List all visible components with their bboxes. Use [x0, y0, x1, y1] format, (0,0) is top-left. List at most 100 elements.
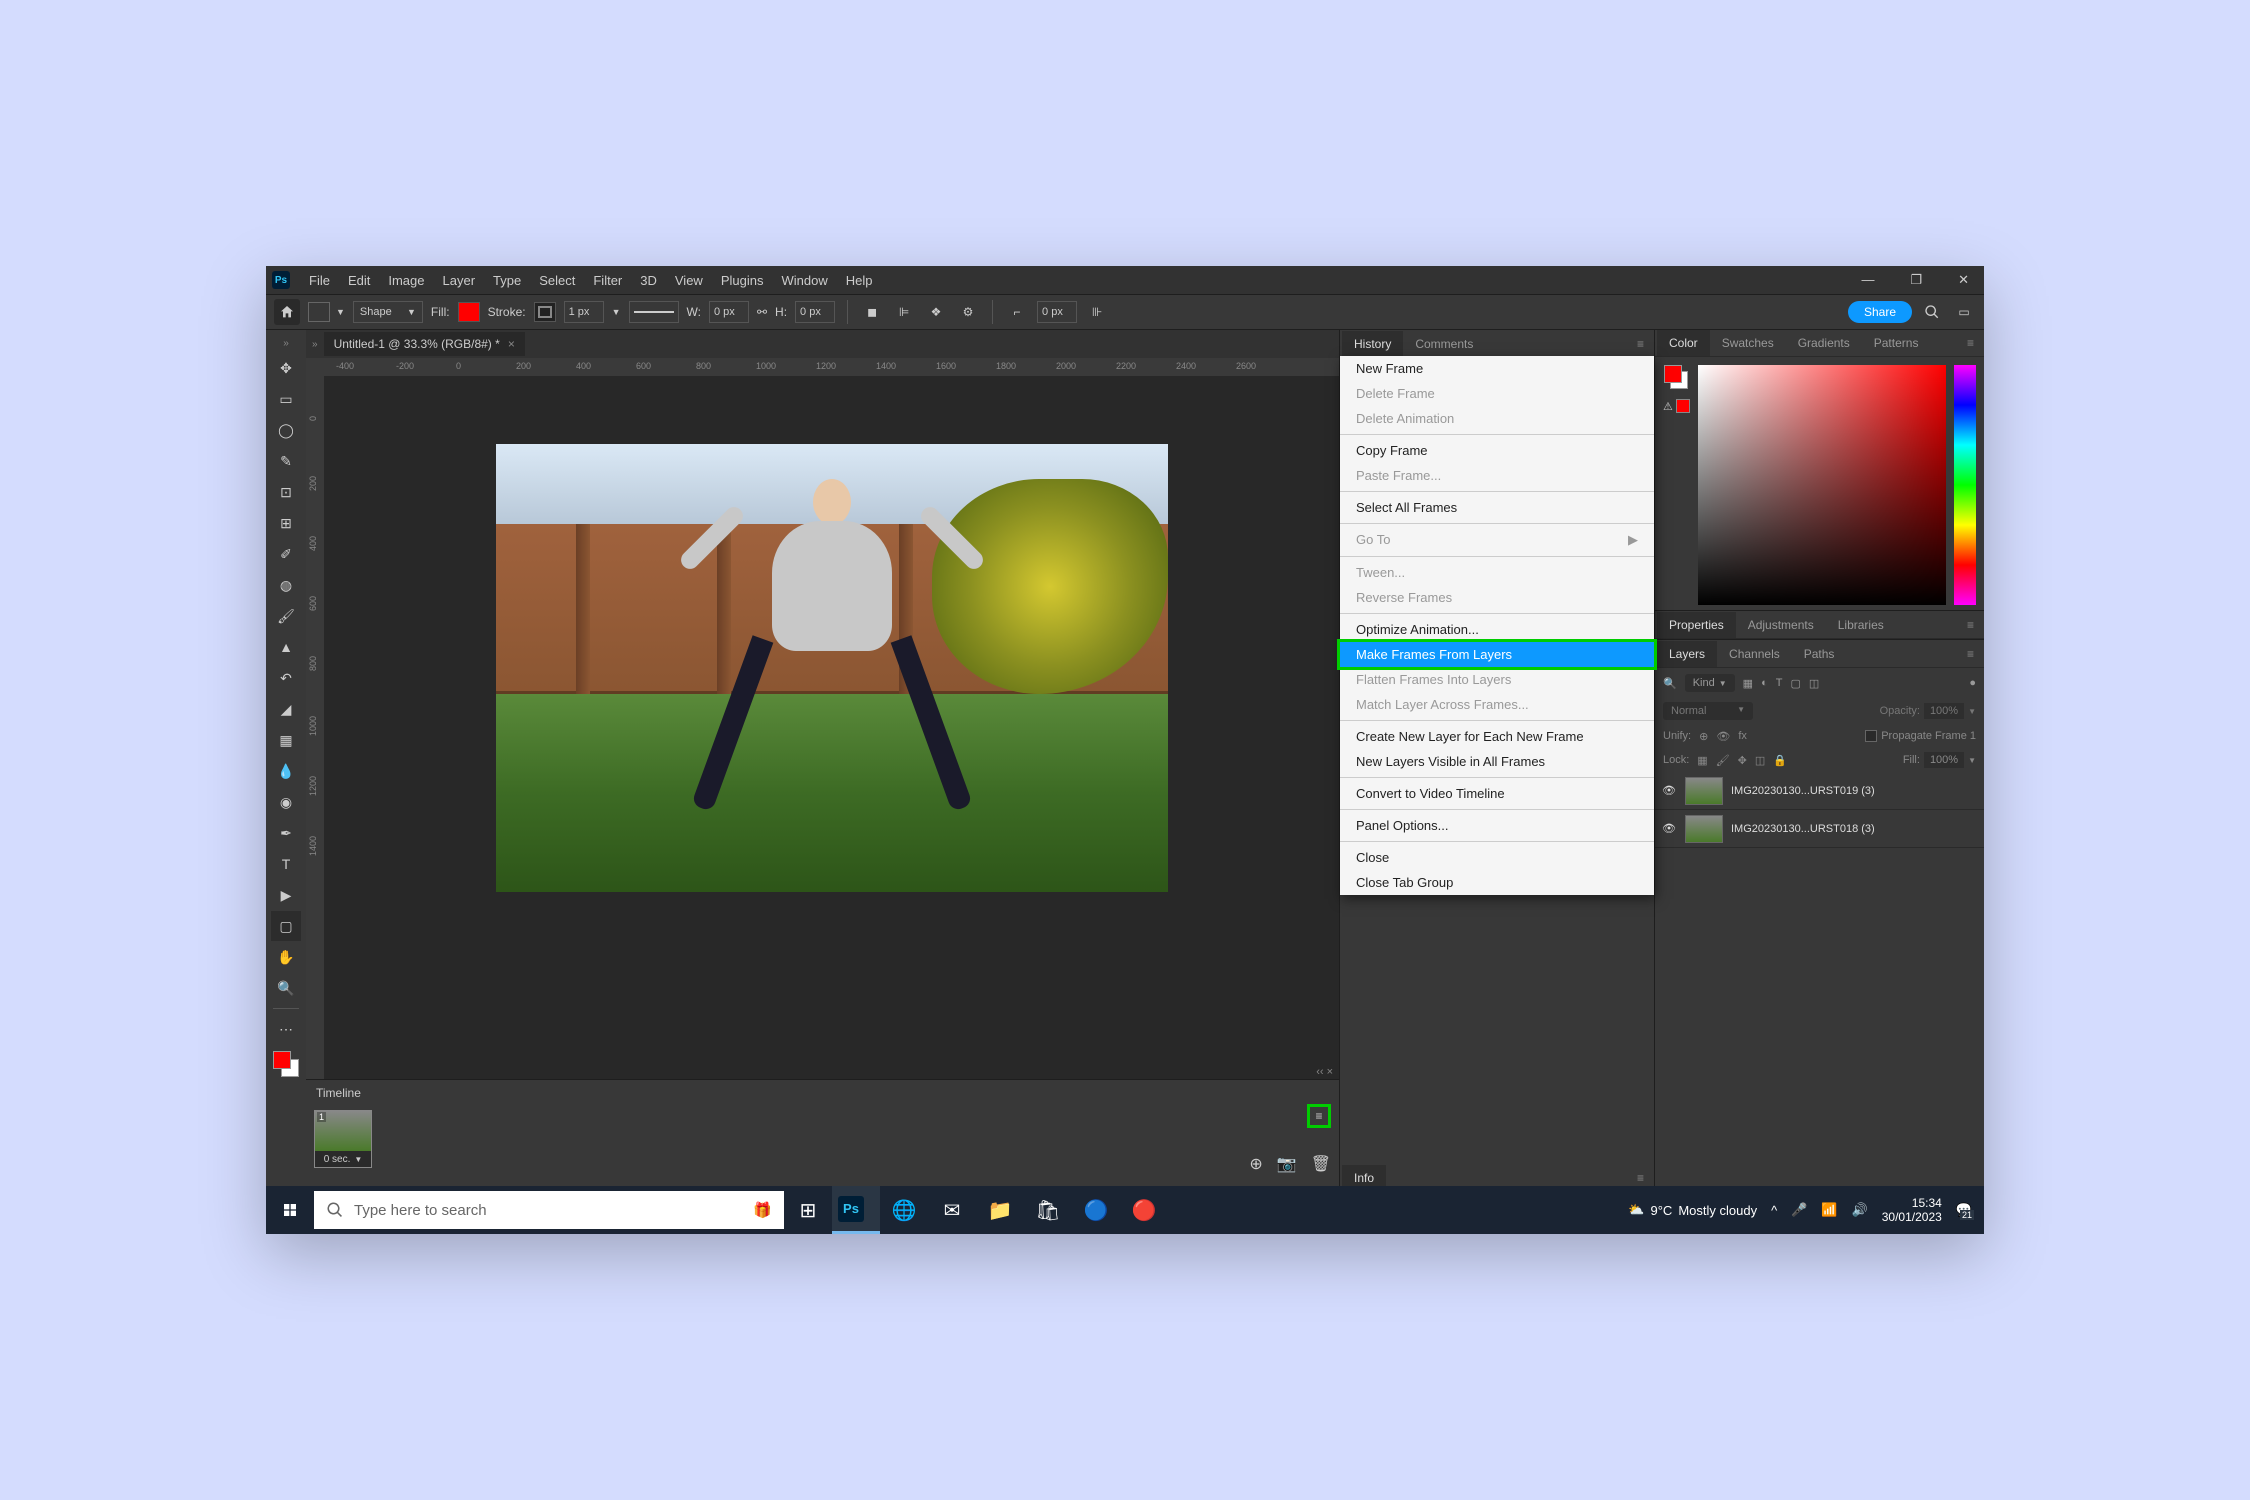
gear-icon[interactable]: ⚙ [956, 300, 980, 324]
lock-position-icon[interactable]: ✥ [1738, 754, 1747, 767]
taskbar-edge-icon[interactable]: 🌐 [880, 1186, 928, 1234]
history-tab[interactable]: History [1342, 331, 1403, 357]
lock-transparency-icon[interactable]: ▦ [1697, 754, 1707, 767]
menu-new-layers-visible[interactable]: New Layers Visible in All Frames [1340, 749, 1654, 774]
menu-image[interactable]: Image [379, 273, 433, 288]
start-button[interactable] [266, 1186, 314, 1234]
panel-menu-icon[interactable]: ≡ [1629, 1171, 1652, 1185]
pen-tool[interactable]: ✒ [271, 818, 301, 848]
hue-slider[interactable] [1954, 365, 1976, 605]
path-operations-icon[interactable]: ◼ [860, 300, 884, 324]
rectangle-tool[interactable]: ▢ [271, 911, 301, 941]
rounded-corner-icon[interactable]: ⌐ [1005, 300, 1029, 324]
path-select-tool[interactable]: ▶ [271, 880, 301, 910]
foreground-background-swatch[interactable] [1664, 365, 1688, 389]
propagate-checkbox[interactable] [1865, 730, 1877, 742]
quick-select-tool[interactable]: ✎ [271, 446, 301, 476]
libraries-tab[interactable]: Libraries [1826, 612, 1896, 638]
eyedropper-tool[interactable]: ✐ [271, 539, 301, 569]
menu-select[interactable]: Select [530, 273, 584, 288]
layer-thumbnail[interactable] [1685, 815, 1723, 843]
share-button[interactable]: Share [1848, 301, 1912, 323]
home-button[interactable] [274, 299, 300, 325]
menu-close[interactable]: Close [1340, 845, 1654, 870]
panel-menu-icon[interactable]: ≡ [1959, 647, 1982, 661]
tool-mode-select[interactable]: Shape▼ [353, 301, 423, 323]
timeline-frame[interactable]: 1 0 sec.▼ [314, 1110, 372, 1168]
link-icon[interactable]: ⚯ [757, 305, 767, 319]
history-brush-tool[interactable]: ↶ [271, 663, 301, 693]
shape-preset-icon[interactable] [308, 302, 330, 322]
tray-mic-icon[interactable]: 🎤 [1791, 1202, 1807, 1218]
menu-close-tab-group[interactable]: Close Tab Group [1340, 870, 1654, 895]
timeline-tab[interactable]: Timeline [316, 1086, 361, 1100]
menu-new-frame[interactable]: New Frame [1340, 356, 1654, 381]
filter-kind-select[interactable]: Kind▼ [1685, 674, 1735, 692]
menu-type[interactable]: Type [484, 273, 530, 288]
menu-make-frames-from-layers[interactable]: Make Frames From Layers [1337, 639, 1657, 670]
gradient-tool[interactable]: ▦ [271, 725, 301, 755]
color-field[interactable] [1698, 365, 1946, 605]
menu-filter[interactable]: Filter [584, 273, 631, 288]
menu-edit[interactable]: Edit [339, 273, 379, 288]
path-alignment-icon[interactable]: ⊫ [892, 300, 916, 324]
close-icon[interactable]: ✕ [1949, 272, 1978, 288]
comments-tab[interactable]: Comments [1403, 331, 1485, 357]
clone-stamp-tool[interactable]: ▲ [271, 632, 301, 662]
paths-tab[interactable]: Paths [1792, 641, 1847, 667]
menu-convert-video[interactable]: Convert to Video Timeline [1340, 781, 1654, 806]
menu-plugins[interactable]: Plugins [712, 273, 773, 288]
chevron-down-icon[interactable]: ▼ [336, 307, 345, 317]
radius-input[interactable]: 0 px [1037, 301, 1077, 323]
unify-style-icon[interactable]: fx [1738, 730, 1747, 742]
menu-create-new-layer[interactable]: Create New Layer for Each New Frame [1340, 724, 1654, 749]
type-tool[interactable]: T [271, 849, 301, 879]
maximize-icon[interactable]: ❐ [1901, 272, 1931, 288]
width-input[interactable]: 0 px [709, 301, 749, 323]
filter-pixel-icon[interactable]: ▦ [1743, 677, 1753, 690]
taskbar-app-icon[interactable]: 🔵 [1072, 1186, 1120, 1234]
blend-mode-select[interactable]: Normal▼ [1663, 702, 1753, 720]
height-input[interactable]: 0 px [795, 301, 835, 323]
workspace-icon[interactable]: ▭ [1952, 300, 1976, 324]
swatches-tab[interactable]: Swatches [1710, 330, 1786, 356]
taskbar-explorer-icon[interactable]: 📁 [976, 1186, 1024, 1234]
eraser-tool[interactable]: ◢ [271, 694, 301, 724]
taskbar-chrome-icon[interactable]: 🔴 [1120, 1186, 1168, 1234]
panel-menu-icon[interactable]: ≡ [1629, 337, 1652, 351]
trash-icon[interactable]: 🗑 [1311, 1154, 1331, 1174]
menu-select-all-frames[interactable]: Select All Frames [1340, 495, 1654, 520]
properties-tab[interactable]: Properties [1657, 612, 1736, 638]
crop-tool[interactable]: ⊡ [271, 477, 301, 507]
timeline-menu-button[interactable]: ≡ [1307, 1104, 1331, 1128]
camera-icon[interactable]: 📷 [1277, 1154, 1297, 1174]
notification-icon[interactable]: 💬21 [1956, 1202, 1972, 1218]
fill-input[interactable]: 100% [1924, 752, 1964, 768]
blur-tool[interactable]: 💧 [271, 756, 301, 786]
menu-3d[interactable]: 3D [631, 273, 666, 288]
visibility-icon[interactable]: 👁 [1661, 822, 1677, 835]
weather-widget[interactable]: ⛅ 9°C Mostly cloudy [1628, 1202, 1757, 1218]
visibility-icon[interactable]: 👁 [1661, 784, 1677, 797]
channels-tab[interactable]: Channels [1717, 641, 1792, 667]
task-view-icon[interactable]: ⊞ [784, 1186, 832, 1234]
dodge-tool[interactable]: ◉ [271, 787, 301, 817]
layer-row[interactable]: 👁 IMG20230130...URST019 (3) [1655, 772, 1984, 810]
marquee-tool[interactable]: ▭ [271, 384, 301, 414]
gamut-warning-icon[interactable]: ⚠ [1663, 400, 1673, 413]
lasso-tool[interactable]: ◯ [271, 415, 301, 445]
menu-window[interactable]: Window [772, 273, 836, 288]
path-arrangement-icon[interactable]: ❖ [924, 300, 948, 324]
lock-image-icon[interactable]: 🖌 [1716, 754, 1730, 767]
brush-tool[interactable]: 🖌 [271, 601, 301, 631]
layers-tab[interactable]: Layers [1657, 641, 1717, 667]
tray-wifi-icon[interactable]: 📶 [1821, 1202, 1837, 1218]
taskbar-clock[interactable]: 15:34 30/01/2023 [1882, 1196, 1942, 1225]
fill-swatch[interactable] [458, 302, 480, 322]
move-tool[interactable]: ✥ [271, 353, 301, 383]
taskbar-store-icon[interactable]: 🛍 [1024, 1186, 1072, 1234]
opacity-input[interactable]: 100% [1924, 703, 1964, 719]
filter-smart-icon[interactable]: ◫ [1809, 677, 1819, 690]
edit-toolbar-icon[interactable]: ⋯ [271, 1014, 301, 1044]
taskbar-mail-icon[interactable]: ✉ [928, 1186, 976, 1234]
